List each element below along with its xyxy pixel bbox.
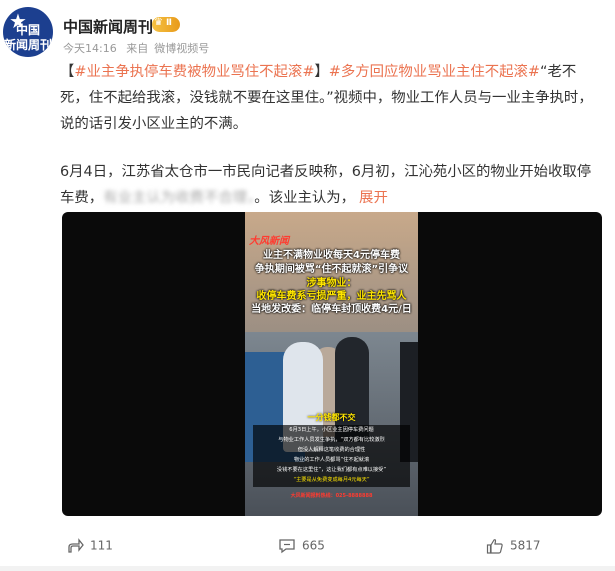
forward-button[interactable]: 111	[66, 538, 113, 554]
post-time[interactable]: 今天14:16	[63, 42, 117, 55]
video-player[interactable]: 大风新闻 业主不满物业收每天4元停车费 争执期间被骂“住不起就滚”引争议 涉事物…	[62, 212, 602, 516]
post-paragraph-1: 【#业主争执停车费被物业骂住不起滚#】#多方回应物业骂业主住不起滚#“老不死，住…	[60, 64, 593, 132]
comment-icon	[279, 539, 295, 554]
video-footer-hotline: 大风新闻报料热线：025-8888888	[290, 493, 373, 499]
post-content: 【#业主争执停车费被物业骂住不起滚#】#多方回应物业骂业主住不起滚#“老不死，住…	[60, 59, 605, 233]
post-source[interactable]: 微博视频号	[154, 42, 209, 55]
like-button[interactable]: 5817	[486, 538, 541, 554]
post-paragraph-2: 6月4日，江苏省太仓市一市民向记者反映称，6月初，江沁苑小区的物业开始收取停车费…	[60, 159, 605, 211]
hashtag-link-1[interactable]: #业主争执停车费被物业骂住不起滚#	[74, 64, 314, 80]
video-headline-1: 业主不满物业收每天4元停车费	[263, 250, 400, 261]
source-prefix: 来自	[126, 42, 149, 55]
comment-button[interactable]: 665	[278, 538, 325, 554]
video-frame: 大风新闻 业主不满物业收每天4元停车费 争执期间被骂“住不起就滚”引争议 涉事物…	[245, 212, 418, 516]
caption-line: 但没人解释这笔收费的合理性	[297, 447, 366, 453]
caption-line: 物业的工作人员都骂“住不起就滚	[293, 457, 370, 463]
crown-icon: ♛	[154, 17, 163, 28]
comment-count: 665	[302, 538, 325, 553]
avatar-text-line1: 中国	[15, 23, 40, 37]
expand-link[interactable]: 展开	[359, 190, 388, 206]
caption-line: 6月3日上午，小区业主因停车费问题	[289, 427, 374, 433]
action-bar: 111 665 5817	[0, 530, 615, 566]
badge-level: Ⅱ	[166, 18, 172, 28]
avatar-logo-text: 中国 新闻周刊	[3, 23, 53, 53]
video-mid-caption: 一分钱都不交	[307, 413, 356, 422]
caption-line: 没钱不要在这里住”，这让我们都有点难以接受”	[276, 467, 387, 473]
video-headline-5: 当地发改委：临停车封顶收费4元/日	[251, 304, 412, 315]
avatar[interactable]: ★ 中国 新闻周刊	[3, 7, 53, 57]
video-headline-2: 争执期间被骂“住不起就滚”引争议	[254, 264, 409, 275]
account-name[interactable]: 中国新闻周刊	[63, 16, 153, 37]
divider	[0, 566, 615, 571]
video-brand-logo: 大风新闻	[249, 236, 289, 247]
blurred-text: 有业主认为收费不合理，	[103, 190, 255, 206]
post-meta: 今天14:16 来自 微博视频号	[63, 40, 215, 56]
forward-count: 111	[90, 538, 113, 553]
forward-icon	[68, 538, 84, 553]
caption-line: “主要是从免费变成每月4元每天”	[293, 477, 370, 483]
caption-line: 与物业工作人员发生争执，“双方都有比较激烈	[278, 437, 385, 443]
like-count: 5817	[510, 538, 541, 553]
post-header: ★ 中国 新闻周刊 中国新闻周刊 ♛ Ⅱ 今天14:16 来自 微博视频号	[0, 0, 615, 62]
vip-badge[interactable]: ♛ Ⅱ	[152, 17, 180, 32]
avatar-text-line2: 新闻周刊	[3, 38, 52, 52]
thumbs-up-icon	[486, 539, 503, 554]
post-para2-tail: 。该业主认为，	[254, 190, 356, 206]
hashtag-link-2[interactable]: #多方回应物业骂业主住不起滚#	[329, 64, 540, 80]
video-caption-box: 6月3日上午，小区业主因停车费问题 与物业工作人员发生争执，“双方都有比较激烈 …	[253, 425, 410, 487]
